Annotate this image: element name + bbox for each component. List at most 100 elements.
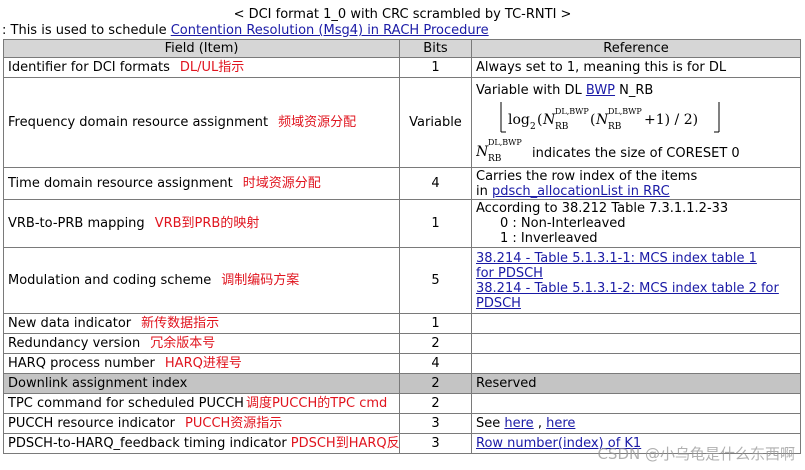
field-name: PDSCH-to-HARQ_feedback timing indicator [8,436,287,451]
coreset-size-text: indicates the size of CORESET 0 [532,146,740,161]
field-name: Redundancy version [8,336,141,351]
field-cell: Redundancy version 冗余版本号 [3,333,400,354]
reference-cell: See here , here [471,413,801,434]
bits-cell: 4 [399,353,472,374]
pdsch-allocation-list-link[interactable]: pdsch_allocationList in RRC [492,184,670,199]
field-name: Identifier for DCI formats [8,60,170,75]
field-name: HARQ process number [8,356,155,371]
field-name: Modulation and coding scheme [8,273,212,288]
pucch-here-link-1[interactable]: here [504,416,533,431]
bits-cell: 2 [399,373,472,394]
mcs-table1-link[interactable]: 38.214 - Table 5.1.3.1-1: MCS index tabl… [476,251,796,266]
reference-text: , [533,416,547,431]
field-name: PUCCH resource indicator [8,416,176,431]
mcs-table2-link[interactable]: 38.214 - Table 5.1.3.1-2: MCS index tabl… [476,281,796,296]
field-name: Time domain resource assignment [8,176,233,191]
coreset-size-line: N DL,BWP RB indicates the size of CORESE… [476,136,796,162]
reference-cell: 38.214 - Table 5.1.3.1-1: MCS index tabl… [471,247,801,314]
table-row: Downlink assignment index 2 Reserved [3,373,801,394]
field-cell: HARQ process number HARQ进程号 [3,353,400,374]
field-cell: PUCCH resource indicator PUCCH资源指示 [3,413,400,434]
field-cell: PDSCH-to-HARQ_feedback timing indicator P… [3,433,400,454]
bits-cell: 2 [399,393,472,414]
header-row: Field (Item) Bits Reference [3,39,801,58]
reference-line: According to 38.212 Table 7.3.1.1.2-33 [476,201,729,216]
chinese-annotation: 时域资源分配 [242,176,321,191]
bits-cell: 3 [399,433,472,454]
rb-formula: log 2 ( N DL,BWP RB ( N DL,BWP RB +1) / … [476,100,796,134]
header-field: Field (Item) [3,39,400,58]
table-row: TPC command for scheduled PUCCH 调度PUCCH的T… [3,393,801,414]
field-name: Frequency domain resource assignment [8,115,269,130]
bits-cell: 1 [399,313,472,334]
reference-text: in [476,183,492,199]
field-cell: Identifier for DCI formats DL/UL指示 [3,57,400,78]
reference-cell [471,393,801,414]
bits-cell: 5 [399,247,472,314]
header-bits: Bits [399,39,472,58]
reference-line: Variable with DL BWP N_RB [476,83,653,98]
reference-cell [471,353,801,374]
field-name: Downlink assignment index [8,376,188,391]
chinese-annotation: 冗余版本号 [150,336,216,351]
mcs-table2-link-cont[interactable]: PDSCH [476,296,796,311]
table-row: HARQ process number HARQ进程号 4 [3,353,801,374]
n-rb-symbol: N DL,BWP RB [476,138,522,162]
chinese-annotation: DL/UL指示 [179,60,245,75]
pucch-here-link-2[interactable]: here [546,416,575,431]
reference-cell: Variable with DL BWP N_RB log 2 ( N DL,B… [471,77,801,168]
page-title: < DCI format 1_0 with CRC scrambled by T… [233,7,572,22]
svg-text:DL,BWP: DL,BWP [488,138,522,147]
reference-line: 0 : Non-Interleaved [500,216,626,231]
n-symbol: N [542,112,556,128]
n-superscript: DL,BWP [555,107,589,116]
field-name: TPC command for scheduled PUCCH [8,396,244,411]
svg-text:RB: RB [488,154,502,162]
n-subscript: RB [555,122,569,132]
log-base: 2 [530,122,536,132]
contention-resolution-link[interactable]: Contention Resolution (Msg4) in RACH Pro… [171,23,489,38]
chinese-annotation: HARQ进程号 [164,356,242,371]
chinese-annotation: PDSCH到HARQ反馈的时间指 [290,436,400,451]
chinese-annotation: 新传数据指示 [141,316,220,331]
field-name: VRB-to-PRB mapping [8,216,145,231]
chinese-annotation: 频域资源分配 [278,115,357,130]
table-row: PUCCH resource indicator PUCCH资源指示 3 See … [3,413,801,434]
field-cell: Frequency domain resource assignment 频域资源… [3,77,400,168]
bits-cell: Variable [399,77,472,168]
chinese-annotation: PUCCH资源指示 [185,416,283,431]
mcs-table1-link-cont[interactable]: for PDSCH [476,266,796,281]
n-superscript: DL,BWP [608,107,642,116]
bits-cell: 3 [399,413,472,434]
reference-cell: Always set to 1, meaning this is for DL [471,57,801,78]
log-label: log [508,112,530,128]
table-row: New data indicator 新传数据指示 1 [3,313,801,334]
bits-cell: 2 [399,333,472,354]
table-row: VRB-to-PRB mapping VRB到PRB的映射 1 According… [3,199,801,248]
field-cell: Time domain resource assignment 时域资源分配 [3,167,400,200]
reference-text: N_RB [615,83,654,98]
reference-cell: According to 38.212 Table 7.3.1.1.2-33 0… [471,199,801,248]
n-subscript: RB [608,122,622,132]
bwp-link[interactable]: BWP [586,83,615,98]
reference-cell: Carries the row index of the items in pd… [471,167,801,200]
field-cell: New data indicator 新传数据指示 [3,313,400,334]
chinese-annotation: 调度PUCCH的TPC cmd [245,396,388,411]
reference-cell [471,313,801,334]
reference-cell [471,333,801,354]
table-row: Time domain resource assignment 时域资源分配 4 … [3,167,801,200]
reference-cell: Reserved [471,373,801,394]
svg-text:(: ( [590,112,595,128]
reference-text: Variable with DL [476,83,586,98]
n-symbol: N [595,112,609,128]
header-reference: Reference [471,39,801,58]
field-cell: Modulation and coding scheme 调制编码方案 [3,247,400,314]
reference-line: in pdsch_allocationList in RRC [476,184,796,199]
dci-field-table: Field (Item) Bits Reference Identifier f… [3,39,801,454]
table-row: Modulation and coding scheme 调制编码方案 5 38.… [3,247,801,314]
csdn-watermark: CSDN @小乌龟是什么东西啊 [597,445,795,463]
field-cell: VRB-to-PRB mapping VRB到PRB的映射 [3,199,400,248]
table-row: Frequency domain resource assignment 频域资源… [3,77,801,168]
svg-text:(: ( [537,112,542,128]
bits-cell: 1 [399,199,472,248]
